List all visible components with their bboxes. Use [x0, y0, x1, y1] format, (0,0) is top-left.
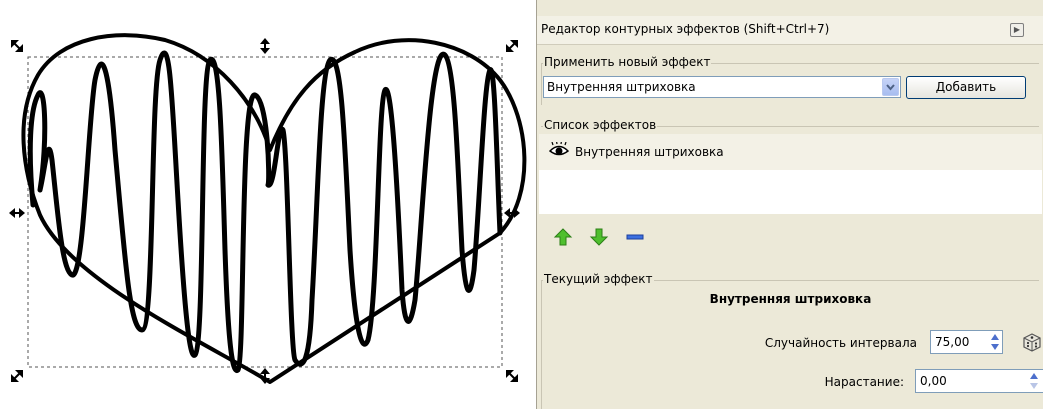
- spin-arrows-icon[interactable]: [1029, 372, 1039, 390]
- apply-group-border-left: [541, 63, 542, 105]
- chevron-down-icon[interactable]: [882, 78, 899, 96]
- growth-spinbox[interactable]: 0,00: [915, 369, 1043, 393]
- add-effect-button[interactable]: Добавить: [906, 76, 1026, 99]
- current-effect-name: Внутренняя штриховка: [709, 292, 872, 306]
- interval-randomness-spinbox[interactable]: 75,00: [930, 330, 1003, 354]
- heart-drawing: [9, 33, 527, 384]
- remove-icon[interactable]: [625, 226, 645, 248]
- hatch-stroke: [27, 50, 503, 373]
- resize-handle-left: [9, 208, 25, 218]
- growth-value: 0,00: [920, 374, 947, 388]
- resize-handle-bottom-right: [506, 370, 518, 382]
- panel-title-bar[interactable]: Редактор контурных эффектов (Shift+Ctrl+…: [537, 16, 1043, 45]
- eye-icon[interactable]: [548, 140, 570, 162]
- interval-randomness-value: 75,00: [935, 335, 970, 349]
- move-down-icon[interactable]: [589, 226, 609, 248]
- effect-select-value: Внутренняя штриховка: [547, 80, 696, 94]
- panel-menu-button[interactable]: ▶: [1010, 23, 1024, 37]
- current-effect-label: Текущий эффект: [543, 272, 654, 286]
- resize-handle-bottom-left: [11, 370, 23, 382]
- effects-list: Внутренняя штриховка: [539, 134, 1042, 214]
- resize-handle-top-right: [506, 40, 518, 52]
- heart-outline: [21, 33, 527, 384]
- list-item[interactable]: Внутренняя штриховка: [539, 134, 1042, 170]
- resize-handle-top-left: [11, 40, 23, 52]
- path-effect-editor-panel: Редактор контурных эффектов (Shift+Ctrl+…: [536, 0, 1043, 409]
- spin-arrows-icon[interactable]: [990, 333, 1000, 351]
- panel-title: Редактор контурных эффектов (Shift+Ctrl+…: [541, 22, 830, 36]
- move-up-icon[interactable]: [553, 226, 573, 248]
- drawing-canvas[interactable]: [0, 0, 536, 409]
- effects-toolbar: [539, 226, 699, 252]
- dice-icon[interactable]: [1021, 331, 1043, 357]
- effect-select[interactable]: Внутренняя штриховка: [543, 76, 901, 98]
- resize-handle-top: [260, 38, 270, 54]
- param-label-growth: Нарастание:: [824, 375, 904, 389]
- list-item-label: Внутренняя штриховка: [575, 145, 724, 159]
- effects-list-label: Список эффектов: [543, 118, 658, 132]
- apply-group-label: Применить новый эффект: [543, 55, 712, 69]
- param-label-interval-randomness: Случайность интервала: [764, 336, 917, 350]
